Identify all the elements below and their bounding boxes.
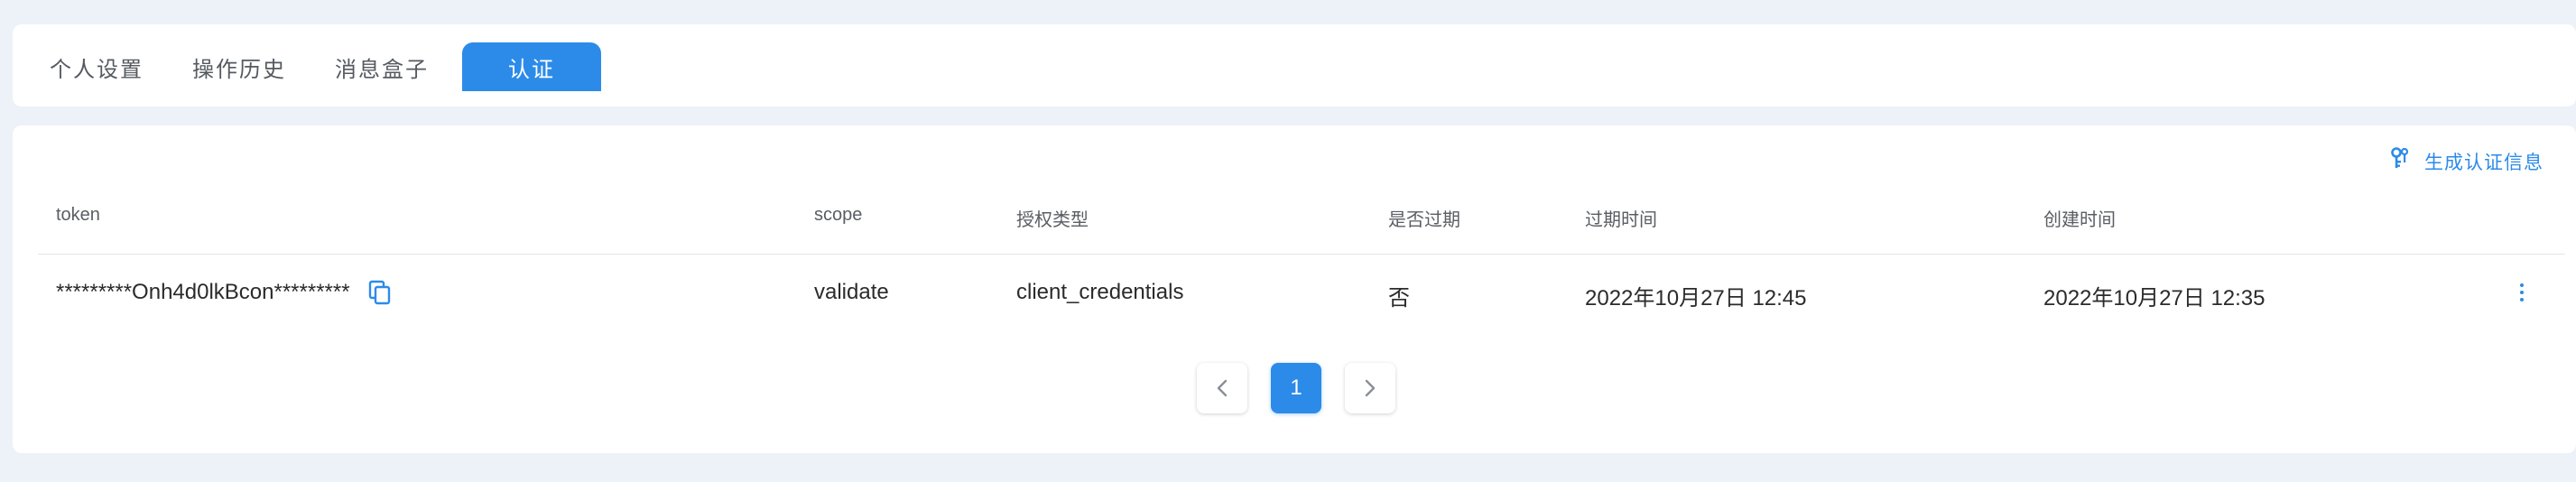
column-header-token: token [56,205,100,225]
pagination-prev-button[interactable] [1197,363,1247,413]
scope-cell: validate [814,280,889,304]
chevron-right-icon [1365,379,1376,397]
header-divider [38,254,2565,255]
key-icon [2390,147,2410,176]
column-header-scope: scope [814,205,863,225]
tab-message-box[interactable]: 消息盒子 [323,42,440,91]
column-header-created-at: 创建时间 [2043,210,2116,230]
expires-at-cell: 2022年10月27日 12:45 [1585,286,1807,311]
tab-operation-history[interactable]: 操作历史 [181,42,298,91]
copy-icon[interactable] [368,280,392,305]
column-header-expires-at: 过期时间 [1585,210,1657,230]
expired-cell: 否 [1388,286,1410,311]
tab-authentication[interactable]: 认证 [462,42,601,91]
created-at-cell: 2022年10月27日 12:35 [2043,286,2266,311]
pagination-page-current[interactable]: 1 [1271,363,1321,413]
column-header-grant-type: 授权类型 [1016,210,1089,230]
generate-auth-label: 生成认证信息 [2424,153,2544,173]
auth-table-card: 生成认证信息 token scope 授权类型 是否过期 过期时间 创建时间 *… [13,125,2576,453]
token-value: *********Onh4d0lkBcon********* [56,280,350,304]
generate-auth-button[interactable]: 生成认证信息 [2390,145,2544,178]
chevron-left-icon [1217,379,1228,397]
grant-type-cell: client_credentials [1016,280,1184,304]
row-more-actions-icon[interactable] [2515,279,2529,306]
column-header-expired: 是否过期 [1388,210,1460,230]
tabs-bar: 个人设置 操作历史 消息盒子 认证 [13,24,2576,107]
tab-personal-settings[interactable]: 个人设置 [38,42,155,91]
token-cell: *********Onh4d0lkBcon********* [56,280,392,305]
pagination-next-button[interactable] [1345,363,1395,413]
